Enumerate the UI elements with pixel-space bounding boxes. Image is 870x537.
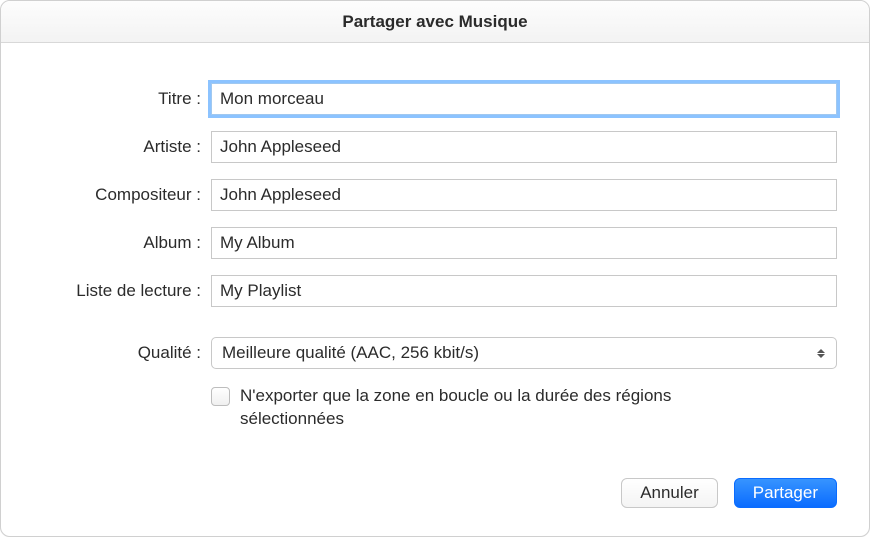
row-quality: Qualité : Meilleure qualité (AAC, 256 kb… xyxy=(33,337,837,369)
row-title: Titre : xyxy=(33,83,837,115)
chevron-up-icon xyxy=(817,349,825,353)
export-loop-label: N'exporter que la zone en boucle ou la d… xyxy=(240,385,720,431)
share-music-dialog: Partager avec Musique Titre : Artiste : … xyxy=(0,0,870,537)
playlist-input[interactable] xyxy=(211,275,837,307)
label-artist: Artiste : xyxy=(33,137,211,157)
label-title: Titre : xyxy=(33,89,211,109)
quality-select[interactable]: Meilleure qualité (AAC, 256 kbit/s) xyxy=(211,337,837,369)
row-export-option: N'exporter que la zone en boucle ou la d… xyxy=(33,385,837,431)
field-wrap-title xyxy=(211,83,837,115)
row-composer: Compositeur : xyxy=(33,179,837,211)
label-composer: Compositeur : xyxy=(33,185,211,205)
field-wrap-quality: Meilleure qualité (AAC, 256 kbit/s) xyxy=(211,337,837,369)
field-wrap-album xyxy=(211,227,837,259)
export-loop-checkbox[interactable] xyxy=(211,387,230,406)
quality-select-value: Meilleure qualité (AAC, 256 kbit/s) xyxy=(222,343,479,363)
row-playlist: Liste de lecture : xyxy=(33,275,837,307)
chevron-down-icon xyxy=(817,354,825,358)
share-button[interactable]: Partager xyxy=(734,478,837,508)
updown-icon xyxy=(810,342,832,364)
window-title: Partager avec Musique xyxy=(342,12,527,32)
album-input[interactable] xyxy=(211,227,837,259)
field-wrap-playlist xyxy=(211,275,837,307)
composer-input[interactable] xyxy=(211,179,837,211)
dialog-footer: Annuler Partager xyxy=(1,478,869,536)
row-artist: Artiste : xyxy=(33,131,837,163)
label-album: Album : xyxy=(33,233,211,253)
field-wrap-artist xyxy=(211,131,837,163)
label-quality: Qualité : xyxy=(33,343,211,363)
artist-input[interactable] xyxy=(211,131,837,163)
titlebar: Partager avec Musique xyxy=(1,1,869,43)
field-wrap-composer xyxy=(211,179,837,211)
cancel-button[interactable]: Annuler xyxy=(621,478,718,508)
title-input[interactable] xyxy=(211,83,837,115)
dialog-content: Titre : Artiste : Compositeur : Album : xyxy=(1,43,869,478)
row-album: Album : xyxy=(33,227,837,259)
label-playlist: Liste de lecture : xyxy=(33,281,211,301)
